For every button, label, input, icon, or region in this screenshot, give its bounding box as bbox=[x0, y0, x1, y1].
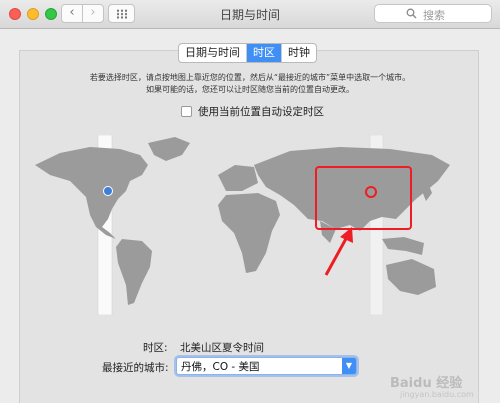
instruction-line-1: 若要选择时区，请点按地图上靠近您的位置，然后从“最接近的城市”菜单中选取一个城市… bbox=[89, 73, 411, 82]
tab-bar: 日期与时间 时区 时钟 bbox=[178, 43, 317, 63]
window-title: 日期与时间 bbox=[219, 8, 280, 22]
timezone-value: 北美山区夏令时间 bbox=[180, 342, 264, 354]
closest-city-label: 最接近的城市: bbox=[102, 362, 169, 374]
timezone-label: 时区: bbox=[143, 342, 168, 354]
tab-clock[interactable]: 时钟 bbox=[282, 44, 316, 62]
title-bar: ‹ › 日期与时间 搜索 bbox=[0, 0, 500, 29]
back-button[interactable]: ‹ bbox=[61, 4, 83, 23]
grid-icon bbox=[116, 9, 128, 19]
search-placeholder: 搜索 bbox=[423, 9, 445, 22]
tab-date-time[interactable]: 日期与时间 bbox=[179, 44, 247, 62]
watermark: Baidu 经验 bbox=[390, 376, 463, 391]
show-all-button[interactable] bbox=[108, 4, 135, 23]
close-button[interactable] bbox=[9, 8, 21, 20]
auto-timezone-label: 使用当前位置自动设定时区 bbox=[198, 106, 324, 118]
closest-city-value: 丹佛，CO - 美国 bbox=[181, 361, 260, 373]
annotation-box bbox=[315, 166, 412, 230]
auto-timezone-checkbox[interactable] bbox=[181, 106, 192, 117]
closest-city-select[interactable]: 丹佛，CO - 美国 ▼ bbox=[176, 357, 357, 375]
minimize-button[interactable] bbox=[27, 8, 39, 20]
zoom-button[interactable] bbox=[45, 8, 57, 20]
annotation-arrow bbox=[324, 227, 353, 276]
search-field[interactable]: 搜索 bbox=[374, 4, 492, 23]
tab-time-zone[interactable]: 时区 bbox=[247, 44, 282, 62]
chevron-down-icon: ▼ bbox=[342, 358, 356, 374]
auto-timezone-row[interactable]: 使用当前位置自动设定时区 bbox=[181, 104, 324, 119]
watermark-url: jingyan.baidu.com bbox=[400, 390, 474, 399]
search-icon bbox=[406, 8, 417, 19]
instruction-line-2: 如果可能的话，您还可以让时区随您当前的位置自动更改。 bbox=[146, 85, 354, 94]
forward-button[interactable]: › bbox=[82, 4, 104, 23]
selected-location-pin[interactable] bbox=[103, 186, 113, 196]
